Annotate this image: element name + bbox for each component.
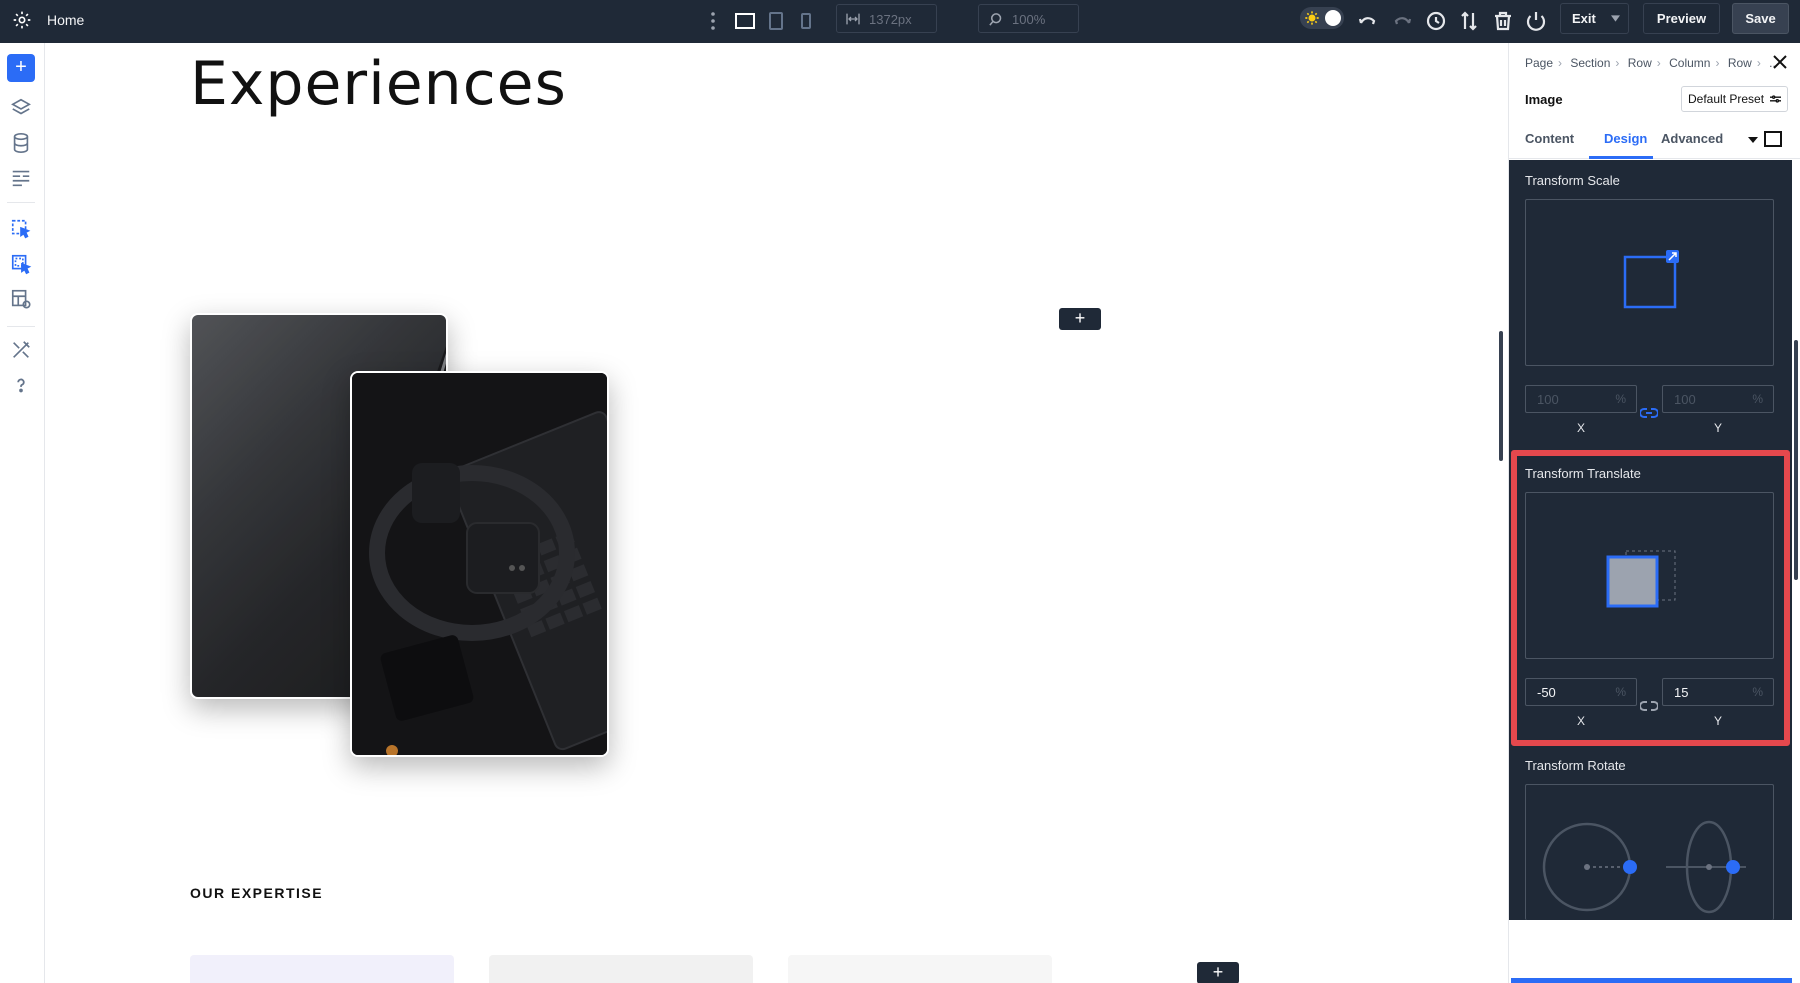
tab-advanced[interactable]: Advanced: [1661, 131, 1723, 146]
panel-bottom-bar: [1511, 978, 1792, 983]
trash-icon[interactable]: [1491, 9, 1515, 33]
breadcrumb-item[interactable]: Page: [1525, 56, 1553, 70]
page-canvas: Experiences + OUR EXPERTISE +: [45, 43, 1508, 983]
breadcrumb-separator: ›: [1756, 56, 1761, 70]
breadcrumb-separator: ›: [1615, 56, 1620, 70]
width-icon: [846, 13, 860, 25]
panel-scrollbar[interactable]: [1794, 340, 1798, 580]
sun-icon: [1305, 11, 1319, 25]
headphones-laptop-graphic: [352, 373, 607, 755]
template-icon[interactable]: [10, 167, 32, 189]
database-icon[interactable]: [10, 132, 32, 154]
desktop-view-icon[interactable]: [733, 9, 757, 33]
caret-down-icon[interactable]: [1748, 135, 1758, 145]
section-label[interactable]: OUR EXPERTISE: [190, 885, 323, 901]
sort-icon[interactable]: [1457, 9, 1481, 33]
canvas-scrollbar[interactable]: [1499, 331, 1503, 461]
settings-panel: Page › Section › Row › Column › Row › .. Imag…: [1508, 43, 1800, 983]
breadcrumb: Page › Section › Row › Column › Row › ..: [1525, 56, 1776, 70]
tools-icon[interactable]: [10, 339, 32, 361]
gear-icon[interactable]: [12, 10, 32, 30]
breadcrumb-item[interactable]: Section: [1570, 56, 1610, 70]
scale-y-input[interactable]: 100 %: [1662, 385, 1774, 413]
breadcrumb-separator: ›: [1558, 56, 1563, 70]
scale-y-value: 100: [1674, 392, 1696, 407]
left-sidebar: +: [0, 43, 45, 983]
exit-label: Exit: [1572, 11, 1596, 26]
add-section-button[interactable]: +: [1197, 962, 1239, 983]
multi-select-icon[interactable]: [10, 253, 32, 275]
preset-label: Default Preset: [1688, 92, 1765, 106]
page-name[interactable]: Home: [47, 12, 84, 28]
scale-x-input[interactable]: 100 %: [1525, 385, 1637, 413]
power-icon[interactable]: [1524, 9, 1548, 33]
theme-toggle[interactable]: [1300, 7, 1344, 29]
expertise-card[interactable]: [489, 955, 753, 983]
rotate-preview-icon: [1542, 820, 1746, 914]
scale-x-value: 100: [1537, 392, 1559, 407]
view-mode-icon[interactable]: [1764, 131, 1782, 147]
phone-view-icon[interactable]: [794, 9, 818, 33]
transform-rotate-title: Transform Rotate: [1525, 758, 1626, 773]
breadcrumb-item[interactable]: Row: [1728, 56, 1752, 70]
preview-button[interactable]: Preview: [1643, 3, 1720, 34]
highlight-frame: [1511, 450, 1790, 746]
chevron-down-icon[interactable]: [1611, 15, 1620, 22]
scale-preview-icon: [1623, 250, 1679, 309]
expertise-card[interactable]: [190, 955, 454, 983]
more-vertical-icon[interactable]: [706, 9, 720, 33]
zoom-icon: [989, 13, 1002, 26]
sidebar-divider: [7, 326, 35, 327]
builder-root: Home 1372px 100% Exit Preview Save + Exp…: [0, 0, 1800, 983]
expertise-card[interactable]: [788, 955, 1052, 983]
link-icon[interactable]: [1640, 407, 1658, 419]
scale-x-unit[interactable]: %: [1615, 392, 1626, 406]
close-icon[interactable]: [1772, 54, 1788, 70]
panel-tabs: Content Design Advanced: [1509, 123, 1800, 159]
zoom-field[interactable]: 100%: [978, 4, 1079, 33]
page-title[interactable]: Experiences: [190, 49, 567, 119]
canvas-width-value: 1372px: [869, 12, 912, 27]
transform-rotate-preview[interactable]: [1525, 784, 1774, 920]
breadcrumb-item[interactable]: Row: [1628, 56, 1652, 70]
tab-content[interactable]: Content: [1525, 131, 1574, 146]
canvas-width-field[interactable]: 1372px: [836, 4, 937, 33]
preset-selector[interactable]: Default Preset: [1681, 86, 1788, 112]
layers-icon[interactable]: [10, 97, 32, 119]
history-icon[interactable]: [1424, 9, 1448, 33]
layout-settings-icon[interactable]: [10, 288, 32, 310]
add-row-button[interactable]: +: [1059, 308, 1101, 330]
breadcrumb-item[interactable]: Column: [1669, 56, 1710, 70]
active-tab-indicator: [1589, 156, 1653, 159]
scale-y-unit[interactable]: %: [1752, 392, 1763, 406]
breadcrumb-separator: ›: [1715, 56, 1720, 70]
top-toolbar: Home 1372px 100% Exit Preview Save: [0, 0, 1800, 43]
add-module-button[interactable]: +: [7, 54, 35, 82]
save-button[interactable]: Save: [1732, 3, 1789, 34]
undo-icon[interactable]: [1356, 9, 1380, 33]
select-element-icon[interactable]: [10, 218, 32, 240]
headphones-laptop-image[interactable]: [350, 371, 609, 757]
scale-x-label: X: [1577, 421, 1586, 435]
help-icon[interactable]: [10, 374, 32, 396]
sidebar-divider: [7, 202, 35, 203]
redo-icon[interactable]: [1390, 9, 1414, 33]
zoom-value: 100%: [1012, 12, 1046, 27]
transform-scale-title: Transform Scale: [1525, 173, 1620, 188]
element-name: Image: [1525, 92, 1563, 107]
breadcrumb-separator: ›: [1656, 56, 1661, 70]
toggle-knob: [1325, 10, 1341, 26]
tablet-view-icon[interactable]: [764, 9, 788, 33]
transform-scale-preview[interactable]: [1525, 199, 1774, 366]
preset-settings-icon: [1770, 95, 1781, 103]
exit-button[interactable]: Exit: [1560, 3, 1629, 34]
tab-design[interactable]: Design: [1604, 131, 1647, 146]
scale-y-label: Y: [1714, 421, 1723, 435]
